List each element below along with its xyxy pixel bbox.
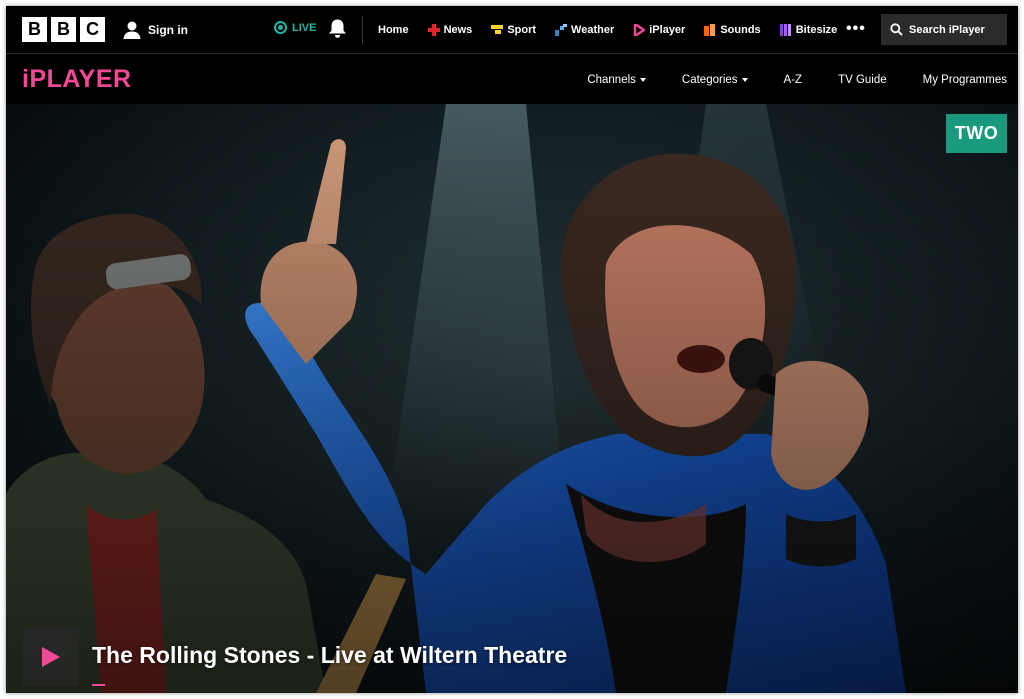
nav-item-sounds[interactable]: Sounds bbox=[704, 24, 761, 36]
chevron-down-icon bbox=[639, 78, 646, 82]
bbc-logo-block: B bbox=[22, 17, 47, 42]
sign-in-link[interactable]: Sign in bbox=[122, 20, 188, 40]
bbc-global-bar: B B C Sign in LIVE Home News Sport Weath… bbox=[6, 6, 1018, 54]
nav-item-label: Categories bbox=[681, 73, 738, 86]
sign-in-label: Sign in bbox=[148, 22, 188, 37]
hero-image bbox=[6, 104, 1018, 693]
nav-item-label: Channels bbox=[587, 73, 636, 86]
nav-item-label: iPlayer bbox=[649, 24, 686, 36]
watch-progress-indicator bbox=[92, 684, 105, 686]
play-icon bbox=[42, 647, 60, 667]
nav-divider bbox=[362, 16, 363, 44]
notifications-bell-icon[interactable] bbox=[328, 18, 347, 39]
channel-badge-bbc-two: TWO bbox=[946, 114, 1007, 153]
nav-a-z[interactable]: A-Z bbox=[784, 74, 803, 86]
nav-item-label: My Programmes bbox=[922, 73, 1007, 86]
search-label: Search iPlayer bbox=[909, 23, 985, 36]
iplayer-nav-bar: iPLAYER Channels Categories A-Z TV Guide… bbox=[6, 55, 1018, 104]
live-label: LIVE bbox=[292, 21, 317, 34]
hero-promo[interactable]: TWO The Rolling Stones - Live at Wiltern… bbox=[6, 104, 1018, 693]
browser-viewport: B B C Sign in LIVE Home News Sport Weath… bbox=[6, 6, 1018, 693]
iplayer-nav: Channels Categories A-Z TV Guide My Prog… bbox=[587, 55, 1007, 104]
sounds-icon bbox=[704, 24, 716, 36]
nav-item-weather[interactable]: Weather bbox=[555, 24, 614, 36]
bbc-logo[interactable]: B B C bbox=[22, 17, 105, 42]
iplayer-logo[interactable]: iPLAYER bbox=[22, 65, 132, 94]
nav-item-home[interactable]: Home bbox=[378, 24, 409, 36]
nav-item-label: Bitesize bbox=[795, 24, 838, 36]
search-icon bbox=[890, 23, 903, 36]
nav-tv-guide[interactable]: TV Guide bbox=[838, 74, 887, 86]
bbc-logo-block: C bbox=[80, 17, 105, 42]
nav-item-bitesize[interactable]: Bitesize bbox=[779, 24, 838, 36]
nav-item-sport[interactable]: Sport bbox=[491, 24, 536, 36]
nav-item-news[interactable]: News bbox=[427, 24, 473, 36]
programme-title[interactable]: The Rolling Stones - Live at Wiltern The… bbox=[92, 642, 567, 669]
nav-item-label: Sport bbox=[507, 24, 537, 36]
sport-icon bbox=[491, 25, 504, 34]
more-menu-button[interactable]: ••• bbox=[846, 20, 866, 38]
user-icon bbox=[123, 21, 141, 39]
nav-item-label: Weather bbox=[571, 24, 615, 36]
nav-item-label: News bbox=[443, 24, 473, 36]
nav-my-programmes[interactable]: My Programmes bbox=[923, 74, 1007, 86]
live-icon bbox=[274, 21, 287, 34]
news-icon bbox=[427, 24, 440, 36]
weather-icon bbox=[555, 24, 568, 36]
iplayer-icon bbox=[634, 24, 646, 36]
search-iplayer-button[interactable]: Search iPlayer bbox=[881, 14, 1007, 45]
nav-item-label: A-Z bbox=[783, 73, 803, 86]
bbc-logo-block: B bbox=[51, 17, 76, 42]
nav-item-label: TV Guide bbox=[838, 73, 887, 86]
bitesize-icon bbox=[779, 24, 791, 36]
play-button[interactable] bbox=[23, 628, 79, 686]
live-link[interactable]: LIVE bbox=[274, 21, 316, 34]
nav-categories[interactable]: Categories bbox=[682, 74, 748, 86]
nav-item-iplayer[interactable]: iPlayer bbox=[633, 24, 685, 36]
chevron-down-icon bbox=[741, 78, 748, 82]
bbc-top-nav: Home News Sport Weather iPlayer Sounds B… bbox=[378, 6, 837, 54]
nav-item-label: Home bbox=[378, 24, 409, 36]
nav-item-label: Sounds bbox=[720, 24, 761, 36]
nav-channels[interactable]: Channels bbox=[587, 74, 646, 86]
